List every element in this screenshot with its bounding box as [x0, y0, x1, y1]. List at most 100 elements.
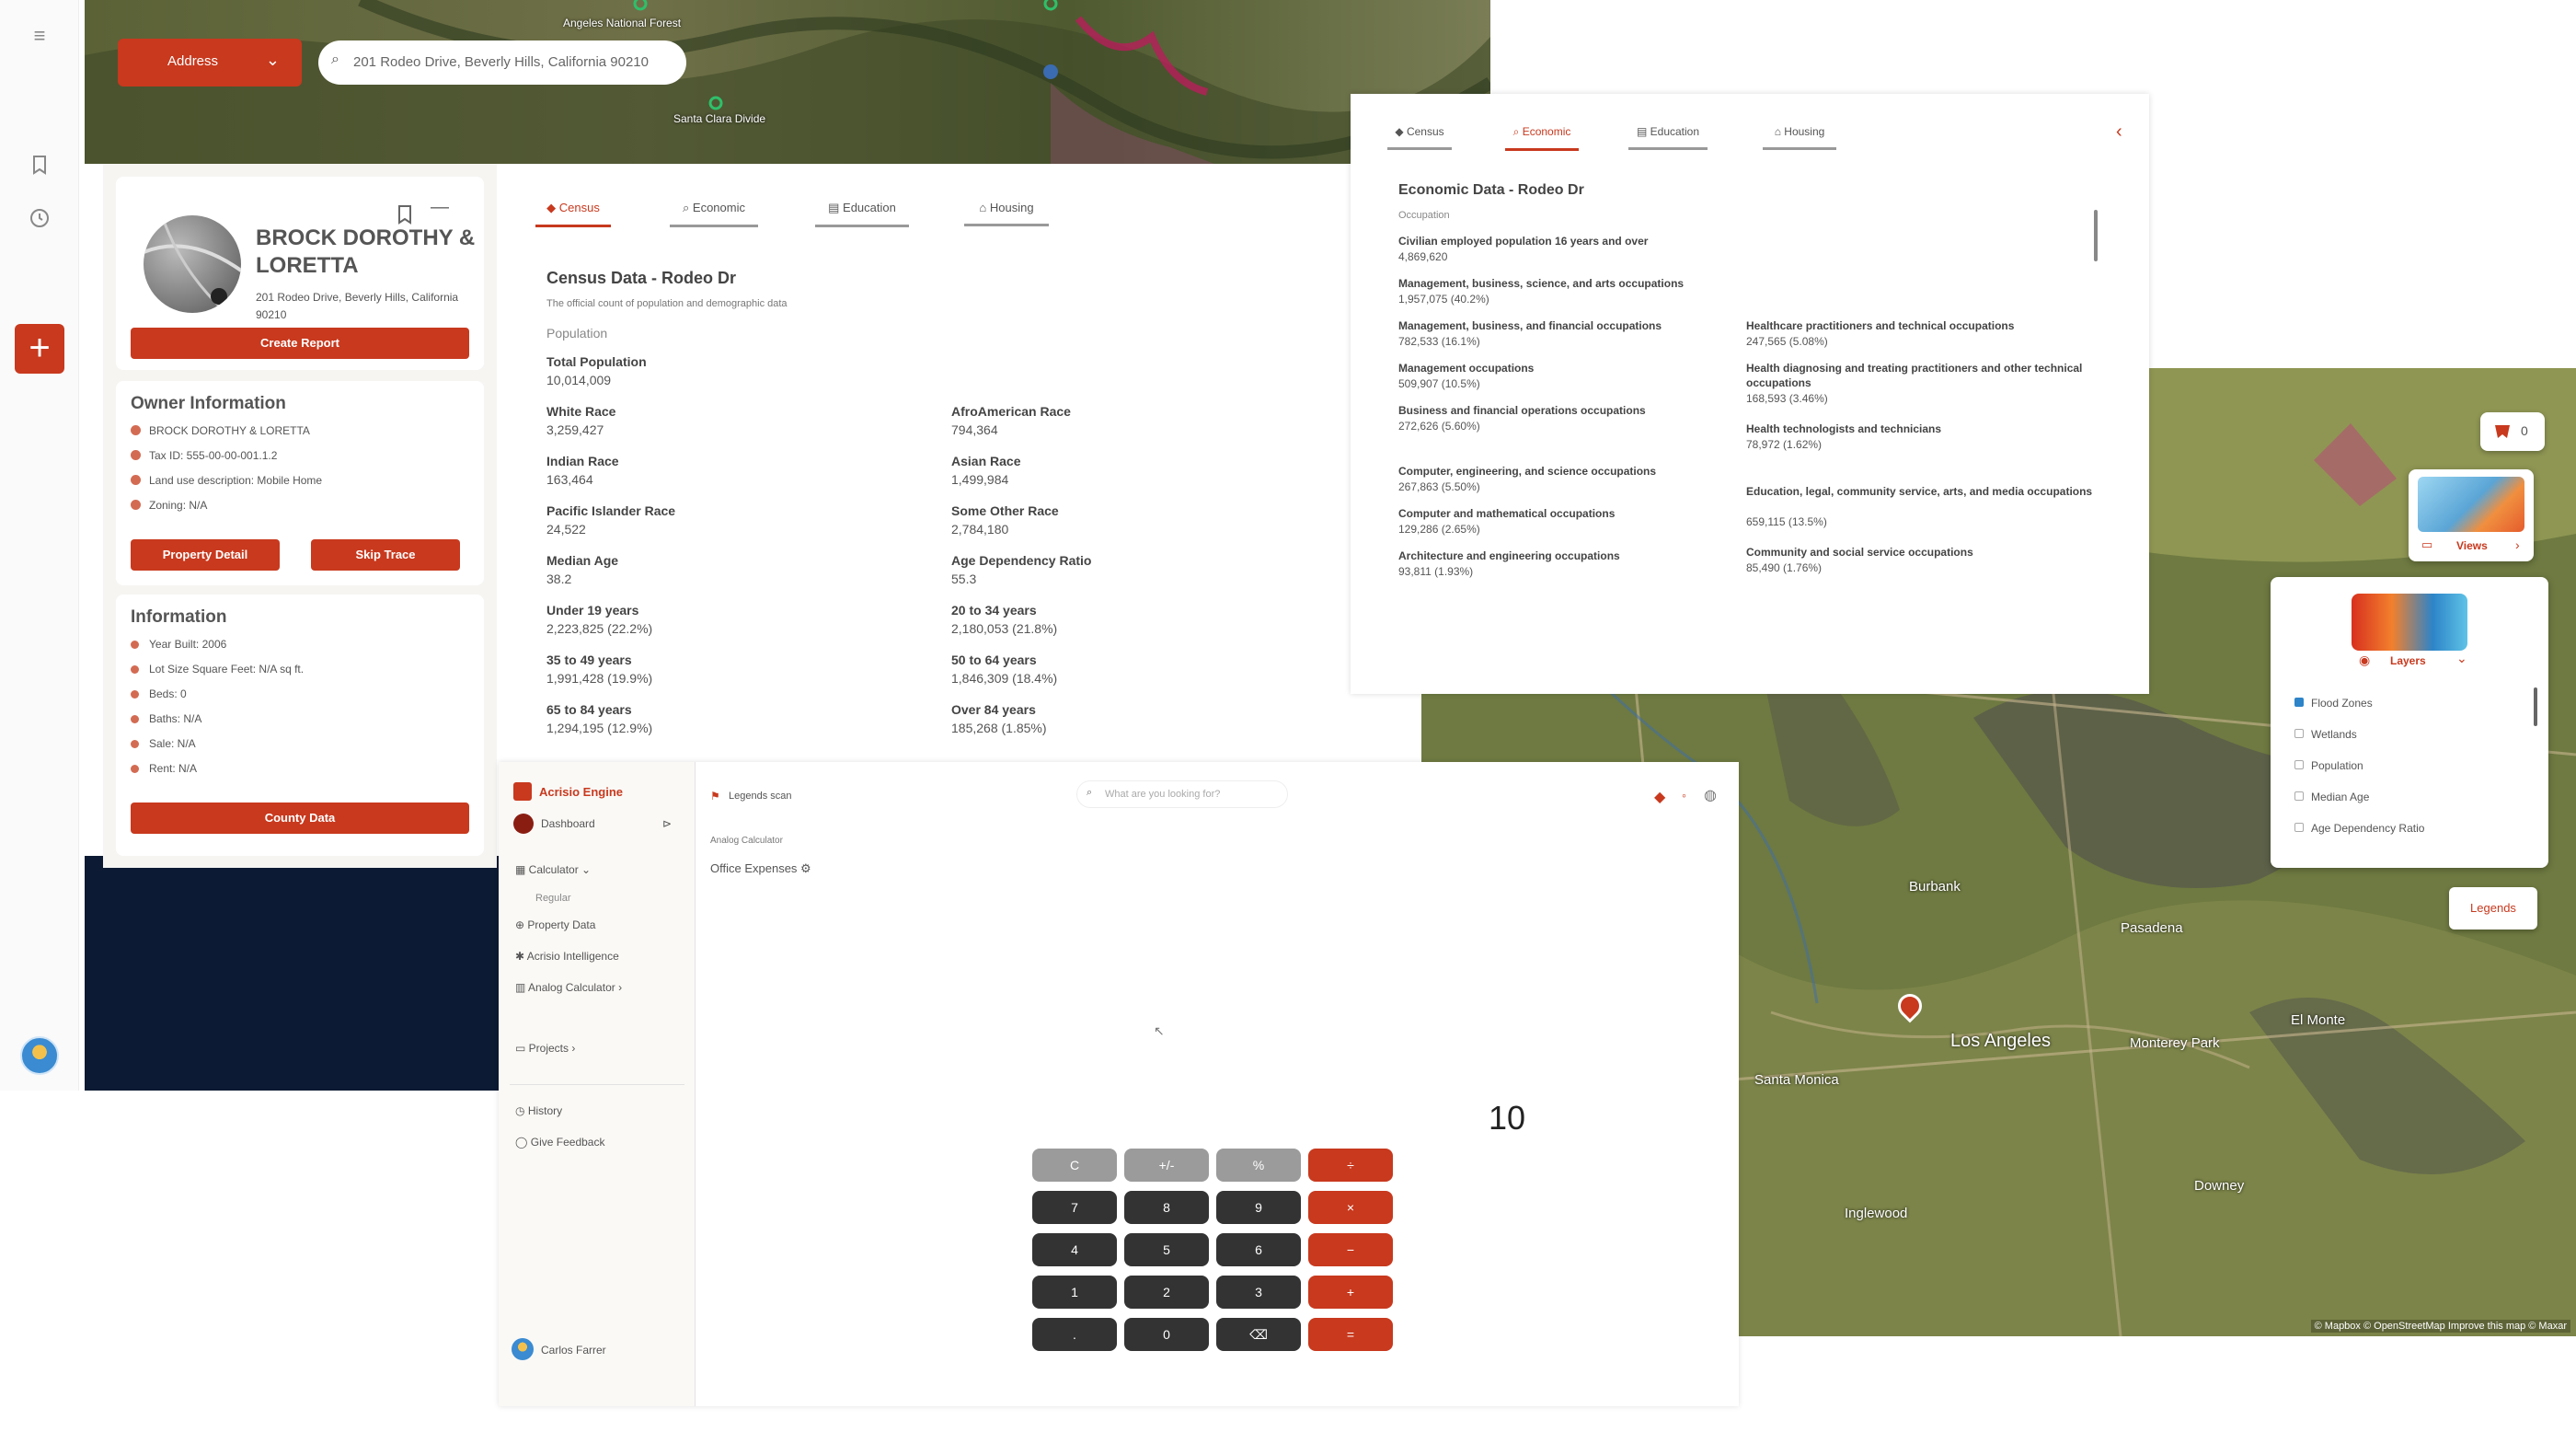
- app-sidebar: Acrisio Engine Dashboard ⊳ ▦ Calculator …: [499, 762, 696, 1406]
- tab-economic[interactable]: ⌕ Economic: [1505, 125, 1579, 151]
- calc-key[interactable]: 1: [1032, 1276, 1117, 1309]
- county-data-button[interactable]: County Data: [131, 803, 469, 834]
- tab-education[interactable]: ▤ Education: [1628, 125, 1708, 150]
- stat-value: 1,499,984: [951, 472, 1009, 487]
- filter-control[interactable]: 0: [2480, 412, 2545, 451]
- place-label: Burbank: [1909, 879, 1961, 895]
- scrollbar[interactable]: [2094, 210, 2098, 261]
- sidebar-item-give-feedback[interactable]: ◯ Give Feedback: [515, 1136, 604, 1149]
- layer-item[interactable]: Wetlands: [2311, 728, 2357, 741]
- bookmark-icon[interactable]: [28, 153, 52, 177]
- sidebar-subitem-regular[interactable]: Regular: [535, 893, 571, 904]
- layer-checkbox[interactable]: [2294, 791, 2304, 801]
- map-label: Angeles National Forest: [563, 17, 682, 29]
- calc-key[interactable]: 9: [1216, 1191, 1301, 1224]
- sidebar-item-projects[interactable]: ▭ Projects ›: [515, 1042, 575, 1055]
- layer-item[interactable]: Population: [2311, 759, 2363, 772]
- clock-icon[interactable]: [28, 206, 52, 230]
- place-label: Pasadena: [2121, 920, 2183, 936]
- panel-subtitle: The official count of population and dem…: [546, 298, 788, 309]
- user-avatar[interactable]: [512, 1338, 534, 1360]
- stat-label: Indian Race: [546, 454, 619, 468]
- place-label: Monterey Park: [2130, 1035, 2220, 1051]
- app-search-input[interactable]: ⌕ What are you looking for?: [1076, 780, 1288, 808]
- calc-key[interactable]: %: [1216, 1149, 1301, 1182]
- menu-icon[interactable]: ≡: [28, 24, 52, 48]
- address-mode-label: Address: [167, 53, 219, 69]
- calc-key[interactable]: 7: [1032, 1191, 1117, 1224]
- sidebar-item-dashboard[interactable]: Dashboard: [541, 817, 595, 830]
- calc-key[interactable]: 0: [1124, 1318, 1209, 1351]
- stat-label: Asian Race: [951, 454, 1021, 468]
- tab-economic[interactable]: ⌕ Economic: [670, 201, 758, 227]
- lower-map-area[interactable]: [85, 856, 499, 1091]
- calc-key[interactable]: 6: [1216, 1233, 1301, 1266]
- notification-icon[interactable]: ◦: [1682, 788, 1686, 803]
- calc-key[interactable]: −: [1308, 1233, 1393, 1266]
- calc-key[interactable]: 3: [1216, 1276, 1301, 1309]
- layer-item[interactable]: Age Dependency Ratio: [2311, 822, 2424, 835]
- legends-button[interactable]: Legends: [2449, 887, 2537, 930]
- calc-key[interactable]: 8: [1124, 1191, 1209, 1224]
- calc-key[interactable]: ×: [1308, 1191, 1393, 1224]
- calc-key[interactable]: ⌫: [1216, 1318, 1301, 1351]
- occupation-value: 782,533 (16.1%): [1398, 335, 1480, 348]
- sidebar-item-acrisio-intelligence[interactable]: ✱ Acrisio Intelligence: [515, 950, 619, 963]
- chevron-down-icon[interactable]: ⌄: [2456, 651, 2467, 666]
- calc-key[interactable]: ÷: [1308, 1149, 1393, 1182]
- calc-key[interactable]: +/-: [1124, 1149, 1209, 1182]
- layer-item[interactable]: Flood Zones: [2311, 697, 2373, 710]
- sidebar-item-history[interactable]: ◷ History: [515, 1104, 562, 1117]
- address-search-input[interactable]: ⌕ 201 Rodeo Drive, Beverly Hills, Califo…: [318, 40, 686, 85]
- layer-checkbox[interactable]: [2294, 760, 2304, 769]
- tag-icon[interactable]: ◆: [1654, 788, 1665, 806]
- calc-key[interactable]: .: [1032, 1318, 1117, 1351]
- layer-checkbox[interactable]: [2294, 729, 2304, 738]
- gear-icon[interactable]: ⚙: [800, 861, 811, 875]
- address-mode-select[interactable]: Address ⌄: [118, 39, 302, 87]
- occupation-label: Health diagnosing and treating practitio…: [1746, 362, 2083, 389]
- owner-line: Land use description: Mobile Home: [149, 474, 323, 487]
- person-icon: [131, 425, 141, 435]
- tab-label: Economic: [1522, 125, 1571, 138]
- map-attribution[interactable]: © Mapbox © OpenStreetMap Improve this ma…: [2310, 1320, 2570, 1333]
- stat-value: 10,014,009: [546, 373, 612, 387]
- layers-toggle[interactable]: Layers: [2390, 654, 2426, 667]
- sidebar-item-property-data[interactable]: ⊕ Property Data: [515, 918, 595, 931]
- calc-key[interactable]: 5: [1124, 1233, 1209, 1266]
- tab-census[interactable]: ◆ Census: [535, 201, 611, 227]
- breadcrumb[interactable]: Legends scan: [729, 791, 792, 802]
- panel-title: Census Data - Rodeo Dr: [546, 269, 737, 287]
- calc-key[interactable]: +: [1308, 1276, 1393, 1309]
- tab-housing[interactable]: ⌂ Housing: [964, 201, 1049, 226]
- user-name[interactable]: Carlos Farrer: [541, 1344, 606, 1357]
- create-report-button[interactable]: Create Report: [131, 328, 469, 359]
- minimize-icon[interactable]: —: [431, 197, 449, 218]
- tab-housing[interactable]: ⌂ Housing: [1763, 125, 1836, 150]
- sidebar-item-analog-calculator[interactable]: ▥ Analog Calculator ›: [515, 981, 622, 994]
- collapse-chevron-icon[interactable]: ‹: [2116, 121, 2122, 143]
- settings-icon[interactable]: ◍: [1704, 786, 1717, 804]
- layer-checkbox[interactable]: [2294, 698, 2304, 707]
- sidebar-item-calculator[interactable]: ▦ Calculator ⌄: [515, 863, 591, 876]
- occupation-value: 272,626 (5.60%): [1398, 420, 1480, 433]
- layer-item[interactable]: Median Age: [2311, 791, 2369, 803]
- bookmark-icon[interactable]: [396, 204, 414, 225]
- page-title-text: Office Expenses: [710, 861, 798, 875]
- sidebar-toggle-icon[interactable]: ⊳: [662, 817, 672, 830]
- add-icon[interactable]: +: [15, 324, 64, 374]
- user-avatar[interactable]: [20, 1036, 59, 1075]
- calc-key[interactable]: C: [1032, 1149, 1117, 1182]
- tab-education[interactable]: ▤ Education: [815, 201, 909, 227]
- skip-trace-button[interactable]: Skip Trace: [311, 539, 460, 571]
- occupation-label: Management, business, and financial occu…: [1398, 319, 1662, 332]
- layer-checkbox[interactable]: [2294, 823, 2304, 832]
- bullet-icon: [131, 715, 139, 723]
- calc-key[interactable]: =: [1308, 1318, 1393, 1351]
- property-detail-button[interactable]: Property Detail: [131, 539, 280, 571]
- views-control[interactable]: ▭ Views ›: [2409, 469, 2534, 561]
- calc-key[interactable]: 4: [1032, 1233, 1117, 1266]
- scrollbar[interactable]: [2534, 687, 2537, 726]
- tab-census[interactable]: ◆ Census: [1387, 125, 1452, 150]
- calc-key[interactable]: 2: [1124, 1276, 1209, 1309]
